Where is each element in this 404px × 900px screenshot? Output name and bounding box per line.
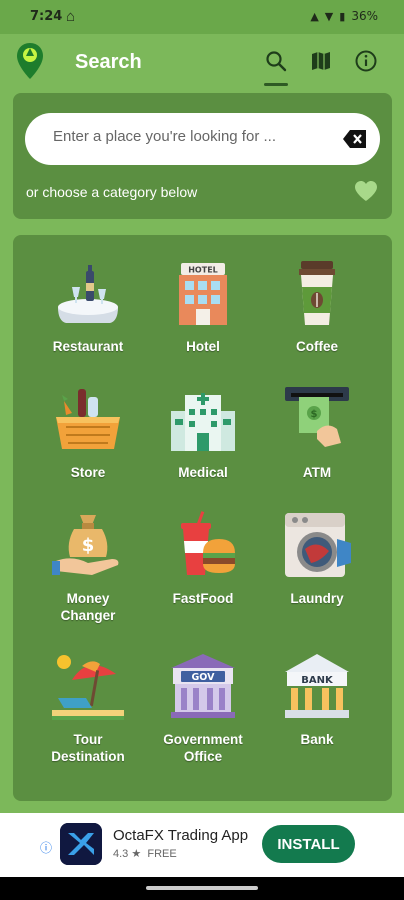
category-atm[interactable]: $ ATM — [257, 383, 377, 481]
category-restaurant[interactable]: Restaurant — [28, 257, 148, 355]
ad-rating: 4.3 ★ — [113, 848, 142, 860]
hospital-icon — [171, 393, 235, 451]
heart-icon[interactable] — [354, 180, 378, 202]
ad-meta: 4.3 ★ FREE — [113, 847, 177, 860]
label-line: Store — [70, 465, 106, 480]
page-title: Search — [75, 51, 142, 73]
ad-info-icon[interactable]: ⓘ — [40, 839, 52, 856]
fastfood-icon — [181, 511, 235, 575]
category-label: Government Office — [143, 731, 263, 765]
category-grid: Restaurant HOTEL Hotel Coffee Store Medi… — [13, 235, 392, 801]
home-icon: ⌂ — [66, 8, 76, 25]
bank-building-icon: BANK — [285, 654, 349, 718]
label-line: Coffee — [295, 339, 338, 354]
category-hotel[interactable]: HOTEL Hotel — [143, 257, 263, 355]
ad-price: FREE — [147, 848, 177, 860]
category-label: Bank — [257, 731, 377, 748]
label-line: Laundry — [290, 591, 344, 606]
label-line: Hotel — [186, 339, 220, 354]
label-line: Money — [66, 591, 110, 606]
bank-sign-text: BANK — [301, 675, 334, 686]
active-tab-indicator — [264, 83, 288, 86]
label-line: FastFood — [172, 591, 234, 606]
battery-percent: 36% — [351, 9, 378, 23]
map-icon[interactable] — [309, 49, 333, 73]
category-label: Coffee — [257, 338, 377, 355]
government-building-icon: GOV — [171, 654, 235, 718]
system-nav-bar — [0, 877, 404, 900]
gov-sign-text: GOV — [192, 672, 216, 683]
status-time: 7:24 — [30, 9, 63, 24]
category-label: Laundry — [257, 590, 377, 607]
label-line: Bank — [300, 732, 334, 747]
wifi-icon: ▼ — [324, 9, 334, 23]
beach-umbrella-icon — [52, 655, 124, 720]
search-card: or choose a category below — [13, 93, 392, 219]
label-line: Restaurant — [52, 339, 124, 354]
category-tour-destination[interactable]: Tour Destination — [28, 650, 148, 765]
battery-icon: ▮ — [339, 9, 346, 23]
category-store[interactable]: Store — [28, 383, 148, 481]
hotel-sign-text: HOTEL — [188, 266, 218, 275]
category-label: ATM — [257, 464, 377, 481]
label-line: Tour — [73, 732, 103, 747]
coffee-icon — [299, 261, 335, 325]
status-bar: 7:24 ⌂ ▲ ▼ ▮ 36% — [0, 0, 404, 34]
app-bar: Search — [0, 34, 404, 92]
category-label: FastFood — [143, 590, 263, 607]
signal-icon: ▲ — [310, 9, 319, 23]
search-bar — [25, 113, 380, 165]
atm-icon: $ — [285, 387, 349, 447]
category-label: Medical — [143, 464, 263, 481]
label-line: Government — [163, 732, 243, 747]
category-fastfood[interactable]: FastFood — [143, 509, 263, 607]
label-line: Destination — [51, 749, 125, 764]
category-bank[interactable]: BANK Bank — [257, 650, 377, 748]
category-label: Money Changer — [28, 590, 148, 624]
restaurant-icon — [58, 265, 118, 323]
store-basket-icon — [56, 389, 120, 449]
hotel-icon: HOTEL — [179, 263, 227, 325]
search-icon[interactable] — [264, 49, 288, 73]
info-icon[interactable] — [354, 49, 378, 73]
svg-text:$: $ — [82, 535, 95, 556]
status-icons: ▲ ▼ ▮ 36% — [310, 9, 378, 23]
install-button[interactable]: INSTALL — [262, 825, 355, 863]
category-label: Restaurant — [28, 338, 148, 355]
category-money-changer[interactable]: $ Money Changer — [28, 509, 148, 624]
category-coffee[interactable]: Coffee — [257, 257, 377, 355]
svg-text:$: $ — [311, 409, 318, 420]
app-logo-icon — [17, 43, 43, 79]
category-government-office[interactable]: GOV Government Office — [143, 650, 263, 765]
category-hint: or choose a category below — [26, 184, 198, 200]
ad-title: OctaFX Trading App — [113, 827, 249, 844]
category-label: Tour Destination — [28, 731, 148, 765]
gesture-handle[interactable] — [146, 886, 258, 890]
ad-banner[interactable]: ⓘ OctaFX Trading App 4.3 ★ FREE INSTALL — [0, 813, 404, 877]
label-line: Changer — [60, 608, 116, 623]
category-label: Store — [28, 464, 148, 481]
washing-machine-icon — [285, 513, 351, 577]
label-line: Medical — [178, 465, 228, 480]
label-line: ATM — [302, 465, 332, 480]
money-bag-icon: $ — [52, 515, 119, 575]
label-line: Office — [183, 749, 223, 764]
category-medical[interactable]: Medical — [143, 383, 263, 481]
search-input[interactable] — [53, 128, 333, 145]
clear-icon[interactable] — [342, 128, 368, 150]
ad-app-logo-icon — [60, 823, 102, 865]
category-label: Hotel — [143, 338, 263, 355]
category-laundry[interactable]: Laundry — [257, 509, 377, 607]
